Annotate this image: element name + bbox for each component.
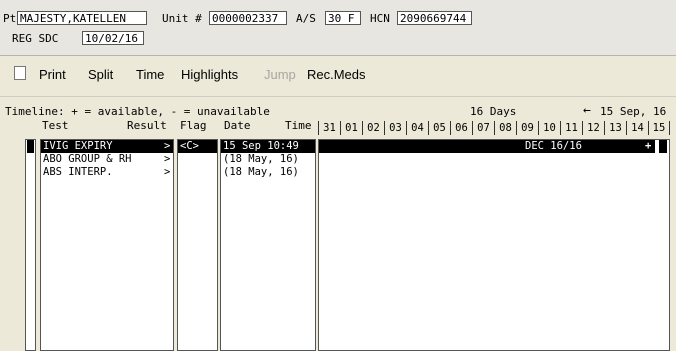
flag-column: <C>: [177, 139, 218, 351]
row-selector-marker: [27, 140, 34, 153]
day-cell: 04: [406, 121, 428, 135]
test-name: ABO GROUP & RH: [43, 153, 132, 165]
flag-cell: <C>: [178, 140, 217, 153]
highlights-button[interactable]: Highlights: [181, 67, 238, 83]
expand-arrow-icon[interactable]: >: [164, 166, 170, 179]
left-arrow-icon[interactable]: ←: [583, 104, 591, 117]
expand-arrow-icon[interactable]: >: [164, 153, 170, 166]
days-count-label: 16 Days: [470, 105, 517, 118]
day-cell: 07: [472, 121, 494, 135]
day-cell: 05: [428, 121, 450, 135]
col-header-date: Date: [224, 119, 251, 132]
hcn-field[interactable]: 2090669744: [397, 11, 472, 25]
timeline-bar-area: DEC 16/16 +: [318, 139, 670, 351]
time-button[interactable]: Time: [136, 67, 164, 83]
flag-cell: [178, 153, 217, 166]
day-cell: 13: [604, 121, 626, 135]
test-name: ABS INTERP.: [43, 166, 113, 178]
unit-label: Unit #: [162, 12, 202, 25]
date-cell: (18 May, 16): [223, 166, 299, 178]
day-cell: 11: [560, 121, 582, 135]
col-header-result: Result: [127, 119, 167, 132]
test-name: IVIG EXPIRY: [43, 140, 113, 152]
expand-arrow-icon[interactable]: >: [164, 140, 170, 153]
col-header-time: Time: [285, 119, 312, 132]
day-header-row: 31 01 02 03 04 05 06 07 08 09 10 11 12 13 14 15: [318, 121, 670, 135]
day-cell: 06: [450, 121, 472, 135]
reg-date-field[interactable]: 10/02/16: [82, 31, 144, 45]
timeline-panel: Timeline: + = available, - = unavailable…: [0, 97, 676, 351]
date-column: 15 Sep 10:49 (18 May, 16) (18 May, 16): [220, 139, 316, 351]
reg-label: REG SDC: [12, 32, 59, 45]
row-selector-column[interactable]: [25, 139, 36, 351]
day-cell: 02: [362, 121, 384, 135]
jump-button: Jump: [264, 67, 296, 82]
recmeds-button[interactable]: Rec.Meds: [307, 67, 366, 83]
day-cell: 01: [340, 121, 362, 135]
day-cell: 31: [318, 121, 340, 135]
timeline-bar: [319, 140, 655, 153]
day-cell: 10: [538, 121, 560, 135]
split-button[interactable]: Split: [88, 67, 113, 83]
select-checkbox[interactable]: [14, 66, 26, 80]
col-header-flag: Flag: [180, 119, 207, 132]
day-cell: 03: [384, 121, 406, 135]
timeline-bar-end: [659, 140, 667, 153]
test-column: IVIG EXPIRY > ABO GROUP & RH > ABS INTERP. >: [40, 139, 174, 351]
patient-name-field[interactable]: MAJESTY,KATELLEN: [17, 11, 147, 25]
timeline-bar-row[interactable]: DEC 16/16 +: [319, 140, 669, 153]
timeline-legend: Timeline: + = available, - = unavailable: [5, 105, 270, 118]
range-start-label: 15 Sep, 16: [600, 105, 667, 118]
test-row[interactable]: ABS INTERP. >: [41, 166, 173, 179]
day-cell: 14: [626, 121, 648, 135]
test-row[interactable]: ABO GROUP & RH >: [41, 153, 173, 166]
age-sex-field[interactable]: 30 F: [325, 11, 361, 25]
day-cell: 08: [494, 121, 516, 135]
pt-label: Pt: [3, 12, 17, 25]
test-row[interactable]: IVIG EXPIRY >: [41, 140, 173, 153]
as-label: A/S: [296, 12, 316, 25]
date-cell: (18 May, 16): [223, 153, 299, 165]
day-cell: 12: [582, 121, 604, 135]
timeline-bar-label: DEC 16/16: [525, 140, 582, 152]
date-cell: 15 Sep 10:49: [221, 140, 315, 153]
day-cell: 09: [516, 121, 538, 135]
toolbar: Print Split Time Highlights Jump Rec.Med…: [0, 56, 676, 97]
hcn-label: HCN: [370, 12, 390, 25]
col-header-test: Test: [42, 119, 69, 132]
print-button[interactable]: Print: [39, 67, 66, 83]
unit-number-field[interactable]: 0000002337: [209, 11, 287, 25]
day-cell: 15: [648, 121, 670, 135]
flag-cell: [178, 166, 217, 179]
patient-header: Pt MAJESTY,KATELLEN Unit # 0000002337 A/…: [0, 0, 676, 56]
available-marker: +: [645, 140, 652, 152]
